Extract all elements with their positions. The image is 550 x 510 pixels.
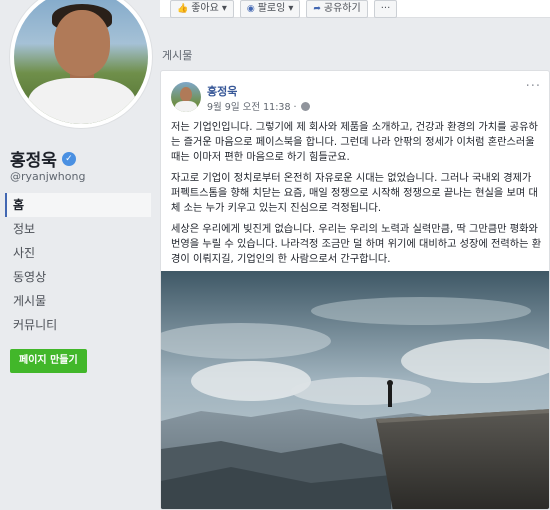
- share-button[interactable]: ➦ 공유하기: [306, 0, 368, 18]
- like-button[interactable]: 👍 좋아요 ▾: [170, 0, 234, 18]
- post-more-options-icon[interactable]: ···: [526, 79, 541, 94]
- share-label: 공유하기: [323, 2, 361, 14]
- post-paragraph: 저는 기업인입니다. 그렇기에 제 회사와 제품을 소개하고, 건강과 환경의 …: [171, 122, 538, 163]
- rss-icon: ◉: [246, 3, 255, 14]
- share-arrow-icon: ➦: [313, 3, 321, 14]
- create-page-button[interactable]: 페이지 만들기: [10, 349, 87, 373]
- posts-section-heading: 게시물: [162, 49, 193, 62]
- post-paragraph: 세상은 우리에게 빚진게 없습니다. 우리는 우리의 노력과 실력만큼, 딱 그…: [171, 224, 542, 265]
- post-timestamp[interactable]: 9월 9일 오전 11:38 ·: [207, 99, 297, 113]
- profile-name-text[interactable]: 홍정욱: [10, 146, 57, 171]
- chevron-down-icon: ▾: [221, 2, 227, 14]
- post-author-name[interactable]: 홍정욱: [207, 83, 237, 99]
- page-nav: 홈 정보 사진 동영상 게시물 커뮤니티: [5, 193, 151, 337]
- avatar-photo: [14, 0, 148, 124]
- chevron-down-icon: ▾: [288, 2, 294, 14]
- post-text: 저는 기업인입니다. 그렇기에 제 회사와 제품을 소개하고, 건강과 환경의 …: [171, 120, 543, 273]
- nav-item-about[interactable]: 정보: [5, 217, 151, 241]
- nav-item-posts[interactable]: 게시물: [5, 289, 151, 313]
- nav-item-videos[interactable]: 동영상: [5, 265, 151, 289]
- verified-badge-icon: ✓: [61, 151, 76, 166]
- profile-handle: @ryanjwhong: [10, 170, 86, 183]
- following-button[interactable]: ◉ 팔로잉 ▾: [239, 0, 301, 18]
- nav-item-community[interactable]: 커뮤니티: [5, 313, 151, 337]
- post-meta: 9월 9일 오전 11:38 ·: [207, 99, 310, 113]
- page-action-bar: 👍 좋아요 ▾ ◉ 팔로잉 ▾ ➦ 공유하기 ···: [160, 0, 550, 18]
- post-author-avatar[interactable]: [171, 82, 201, 112]
- sidebar: 홍정욱 ✓ @ryanjwhong 홈 정보 사진 동영상 게시물 커뮤니티 페…: [0, 0, 160, 506]
- post-paragraph: 자고로 기업이 정치로부터 온전히 자유로운 시대는 없었습니다. 그러나 국내…: [171, 173, 538, 214]
- post-photo[interactable]: [161, 271, 550, 510]
- post-card: 홍정욱 9월 9일 오전 11:38 · ··· 저는 기업인입니다. 그렇기에…: [160, 70, 550, 510]
- nav-item-photos[interactable]: 사진: [5, 241, 151, 265]
- profile-name[interactable]: 홍정욱 ✓: [10, 146, 76, 171]
- globe-icon: [300, 101, 310, 111]
- nav-item-home[interactable]: 홈: [5, 193, 151, 217]
- more-options-button[interactable]: ···: [373, 0, 398, 18]
- like-label: 좋아요: [191, 2, 219, 14]
- profile-avatar[interactable]: [10, 0, 152, 128]
- following-label: 팔로잉: [257, 2, 286, 14]
- thumbs-up-icon: 👍: [177, 3, 189, 14]
